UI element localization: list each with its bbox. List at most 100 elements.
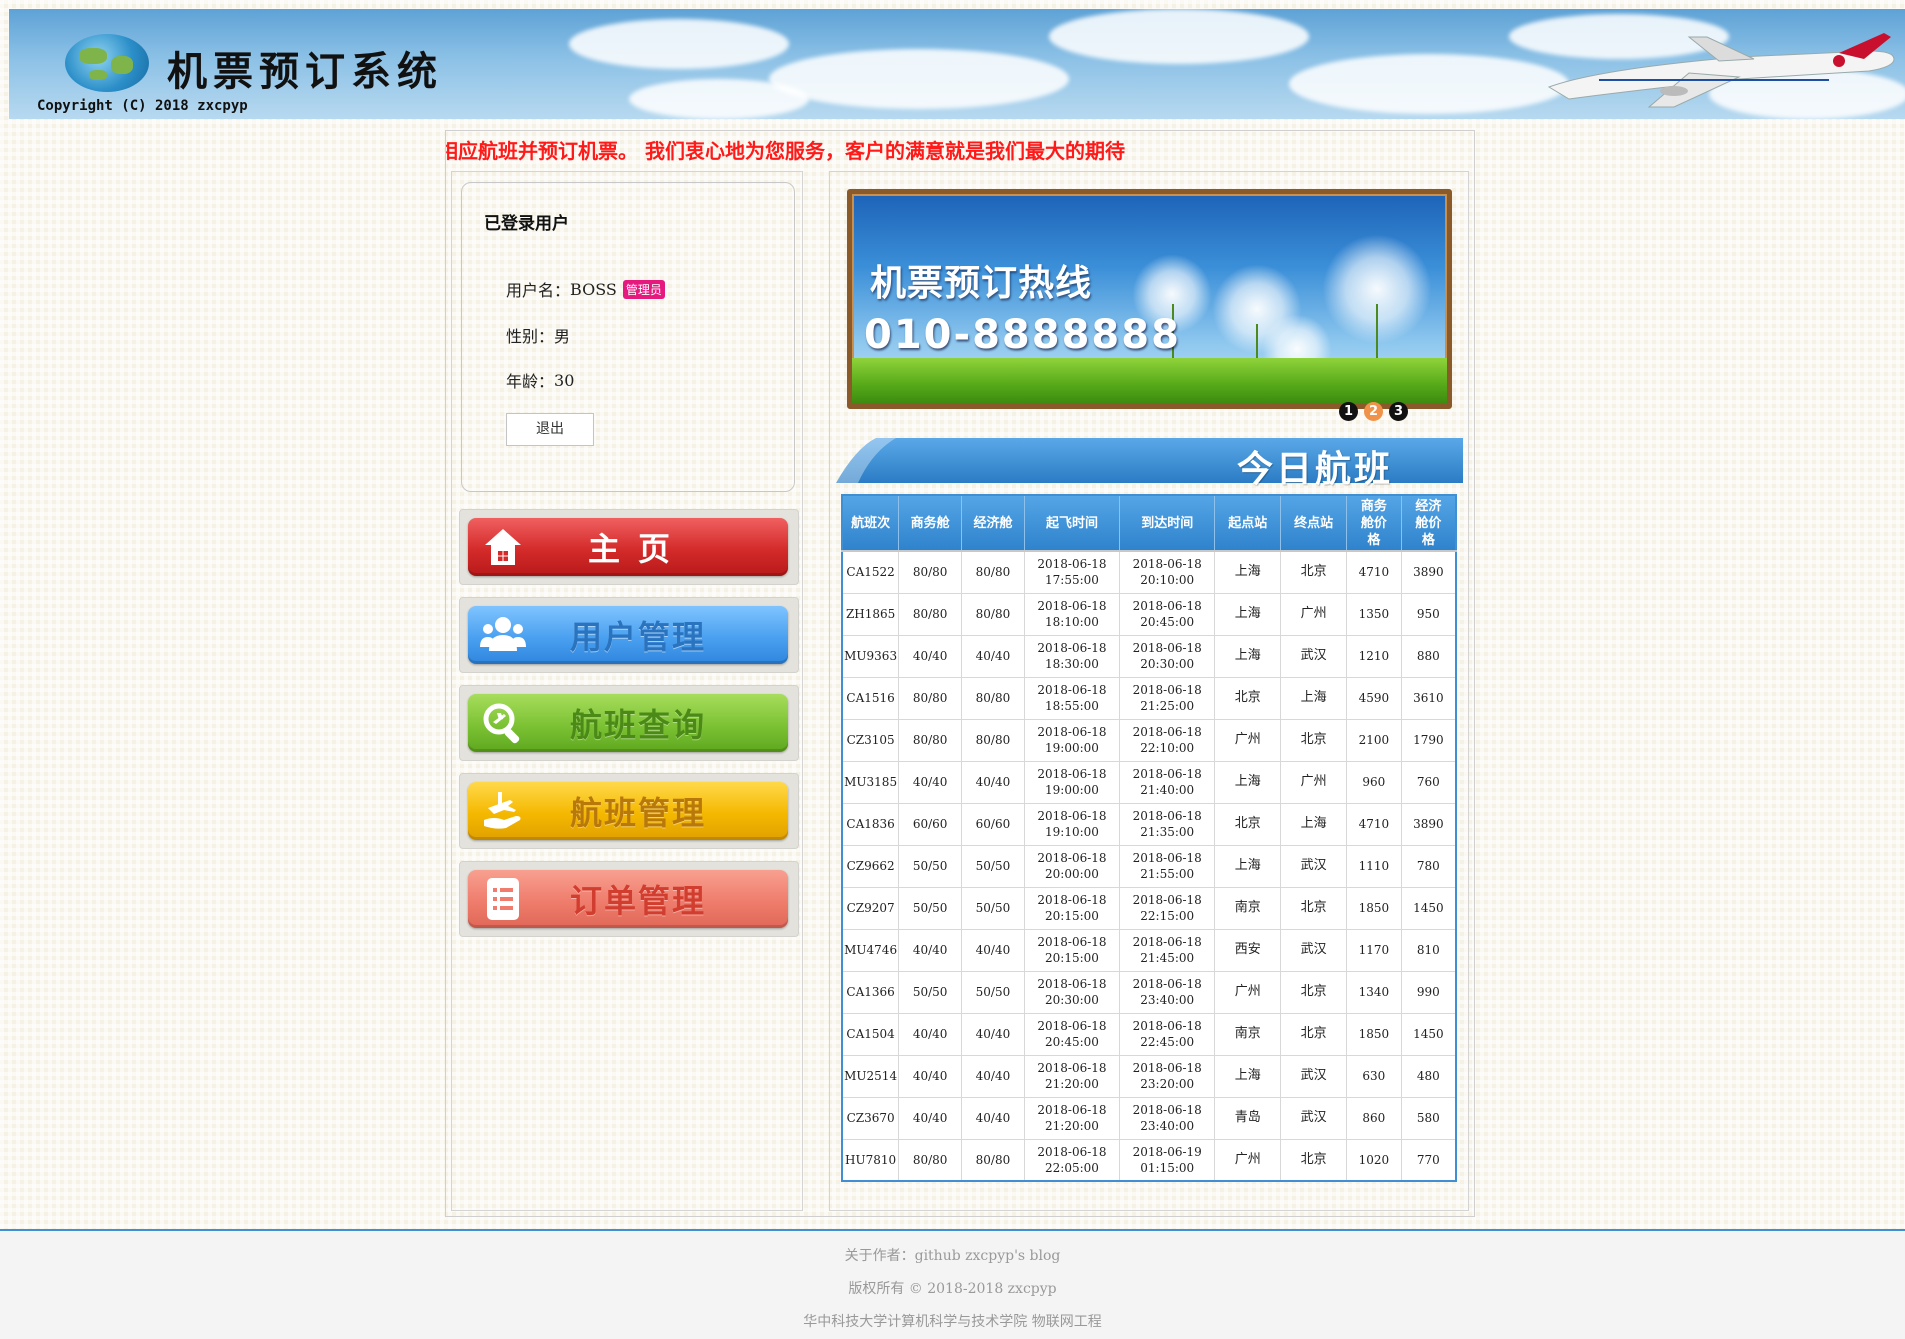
age-row: 年龄： 30: [506, 368, 574, 392]
cell-business-price-text: 1850: [1358, 1027, 1390, 1041]
cell-depart-time-time: 20:15:00: [1045, 951, 1099, 965]
cell-economy-seats-text: 80/80: [975, 691, 1011, 705]
cell-origin: 上海: [1214, 592, 1282, 635]
cell-origin-text: 南京: [1234, 900, 1261, 915]
cell-depart-time-time: 18:55:00: [1045, 699, 1099, 713]
cell-arrive-time-date: 2018-06-18: [1132, 641, 1202, 655]
table-row[interactable]: CA1522 80/80 80/80 2018-06-18 17:55:00 2018-0…: [842, 550, 1456, 593]
nav-order-management-button[interactable]: 订单管理: [468, 870, 788, 928]
cell-arrive-time: 2018-06-18 22:10:00: [1119, 718, 1216, 761]
table-row[interactable]: HU7810 80/80 80/80 2018-06-18 22:05:00 2018-0…: [842, 1138, 1456, 1181]
nav-home-button[interactable]: 主页: [468, 518, 788, 576]
table-row[interactable]: CZ9662 50/50 50/50 2018-06-18 20:00:00 2018-0…: [842, 844, 1456, 887]
logout-button[interactable]: 退出: [506, 413, 594, 446]
cell-destination: 北京: [1280, 1138, 1348, 1181]
table-row[interactable]: MU9363 40/40 40/40 2018-06-18 18:30:00 2018-0…: [842, 634, 1456, 677]
cell-arrive-time-date: 2018-06-18: [1132, 683, 1202, 697]
cell-destination: 北京: [1280, 970, 1348, 1013]
cell-arrive-time: 2018-06-18 23:40:00: [1119, 1096, 1216, 1139]
cell-depart-time-date: 2018-06-18: [1037, 557, 1107, 572]
footer-about[interactable]: 关于作者：github zxcpyp's blog: [0, 1245, 1905, 1265]
col-destination: 终点站: [1280, 495, 1348, 551]
cell-destination: 武汉: [1280, 844, 1348, 887]
cell-business-price: 1210: [1346, 634, 1402, 677]
flight-table-body: CA1522 80/80 80/80 2018-06-18 17:55:00 2018-0…: [842, 550, 1456, 1181]
cell-business-seats-text: 80/80: [912, 733, 948, 747]
nav-flight-search-label: 航班查询: [569, 706, 706, 744]
table-row[interactable]: MU4746 40/40 40/40 2018-06-18 20:15:00 2018-0…: [842, 928, 1456, 971]
cloud: [629, 79, 809, 119]
cell-business-price-text: 1170: [1358, 943, 1390, 957]
cell-depart-time: 2018-06-18 20:00:00: [1024, 844, 1121, 887]
slider-dot-3[interactable]: 3: [1389, 402, 1408, 421]
cell-destination: 北京: [1280, 886, 1348, 929]
cell-arrive-time-time: 21:55:00: [1140, 867, 1195, 881]
cell-destination: 上海: [1280, 802, 1348, 845]
cell-depart-time-time: 17:55:00: [1045, 573, 1099, 588]
cell-economy-seats-text: 50/50: [975, 901, 1011, 915]
cell-arrive-time-date: 2018-06-18: [1132, 1103, 1202, 1117]
cell-depart-time-date: 2018-06-18: [1037, 683, 1107, 697]
cell-origin: 西安: [1214, 928, 1282, 971]
cell-business-price-text: 630: [1362, 1069, 1386, 1083]
cell-economy-seats-text: 40/40: [975, 649, 1011, 663]
cell-economy-price-text: 1450: [1413, 1027, 1444, 1041]
nav-flight-search-button[interactable]: 航班查询: [468, 694, 788, 752]
cell-business-seats-text: 50/50: [912, 859, 948, 873]
table-row[interactable]: CZ3105 80/80 80/80 2018-06-18 19:00:00 2018-0…: [842, 718, 1456, 761]
users-icon: [468, 606, 538, 664]
table-row[interactable]: CA1516 80/80 80/80 2018-06-18 18:55:00 2018-0…: [842, 676, 1456, 719]
cell-depart-time-date: 2018-06-18: [1037, 1019, 1107, 1033]
table-row[interactable]: ZH1865 80/80 80/80 2018-06-18 18:10:00 2018-0…: [842, 592, 1456, 635]
nav-user-management-button[interactable]: 用户管理: [468, 606, 788, 664]
nav-home-label: 主页: [587, 530, 688, 568]
cell-business-price-text: 4710: [1358, 565, 1390, 580]
cell-arrive-time-date: 2018-06-18: [1132, 1061, 1202, 1075]
cell-depart-time: 2018-06-18 18:30:00: [1024, 634, 1121, 677]
cell-depart-time-time: 20:30:00: [1045, 993, 1099, 1007]
cell-origin: 南京: [1214, 886, 1282, 929]
cell-depart-time-time: 21:20:00: [1045, 1119, 1099, 1133]
cell-business-price-text: 1110: [1358, 859, 1390, 873]
cell-economy-price-text: 780: [1416, 859, 1440, 873]
cell-depart-time-time: 21:20:00: [1045, 1077, 1099, 1091]
table-row[interactable]: CZ9207 50/50 50/50 2018-06-18 20:15:00 2018-0…: [842, 886, 1456, 929]
cell-origin: 青岛: [1214, 1096, 1282, 1139]
cell-depart-time-date: 2018-06-18: [1037, 641, 1107, 655]
cell-economy-seats-text: 50/50: [975, 985, 1011, 999]
cell-origin-text: 广州: [1234, 1151, 1261, 1167]
slider-dot-2[interactable]: 2: [1364, 402, 1383, 421]
scrolling-notice: 相应航班并预订机票。 我们衷心地为您服务，客户的满意就是我们最大的期待: [446, 133, 1474, 163]
table-row[interactable]: CA1366 50/50 50/50 2018-06-18 20:30:00 2018-0…: [842, 970, 1456, 1013]
cell-economy-price-text: 1790: [1413, 733, 1444, 747]
username-row: 用户名： BOSS 管理员: [506, 277, 665, 301]
cell-economy-seats: 60/60: [961, 802, 1025, 845]
cloud: [1049, 9, 1309, 64]
cell-flight-no: MU4746: [842, 928, 900, 971]
table-row[interactable]: CA1504 40/40 40/40 2018-06-18 20:45:00 2018-0…: [842, 1012, 1456, 1055]
cell-depart-time: 2018-06-18 21:20:00: [1024, 1096, 1121, 1139]
col-economy: 经济舱: [961, 495, 1025, 551]
table-row[interactable]: CZ3670 40/40 40/40 2018-06-18 21:20:00 2018-0…: [842, 1096, 1456, 1139]
col-business: 商务舱: [898, 495, 963, 551]
table-row[interactable]: MU2514 40/40 40/40 2018-06-18 21:20:00 2018-0…: [842, 1054, 1456, 1097]
cell-destination-text: 北京: [1300, 1151, 1327, 1167]
cell-origin-text: 北京: [1234, 816, 1261, 831]
hotline-banner[interactable]: 机票预订热线 010-8888888: [847, 189, 1452, 409]
nav-tile-flight-search: 航班查询: [459, 685, 799, 761]
cell-flight-no: CZ3670: [842, 1096, 900, 1139]
cell-economy-seats: 50/50: [961, 844, 1025, 887]
cell-economy-seats-text: 80/80: [975, 607, 1011, 621]
cell-business-price-text: 860: [1362, 1111, 1386, 1125]
cell-depart-time-date: 2018-06-18: [1037, 851, 1107, 865]
cell-economy-price-text: 1450: [1413, 901, 1444, 915]
cell-destination: 广州: [1280, 760, 1348, 803]
cell-economy-seats-text: 50/50: [975, 859, 1011, 873]
cell-flight-no: CA1522: [842, 550, 900, 593]
slider-dot-1[interactable]: 1: [1339, 402, 1358, 421]
nav-flight-management-button[interactable]: 航班管理: [468, 782, 788, 840]
cell-economy-seats: 80/80: [961, 676, 1025, 719]
table-row[interactable]: MU3185 40/40 40/40 2018-06-18 19:00:00 2018-0…: [842, 760, 1456, 803]
table-row[interactable]: CA1836 60/60 60/60 2018-06-18 19:10:00 2018-0…: [842, 802, 1456, 845]
cell-economy-seats-text: 40/40: [975, 1111, 1011, 1125]
